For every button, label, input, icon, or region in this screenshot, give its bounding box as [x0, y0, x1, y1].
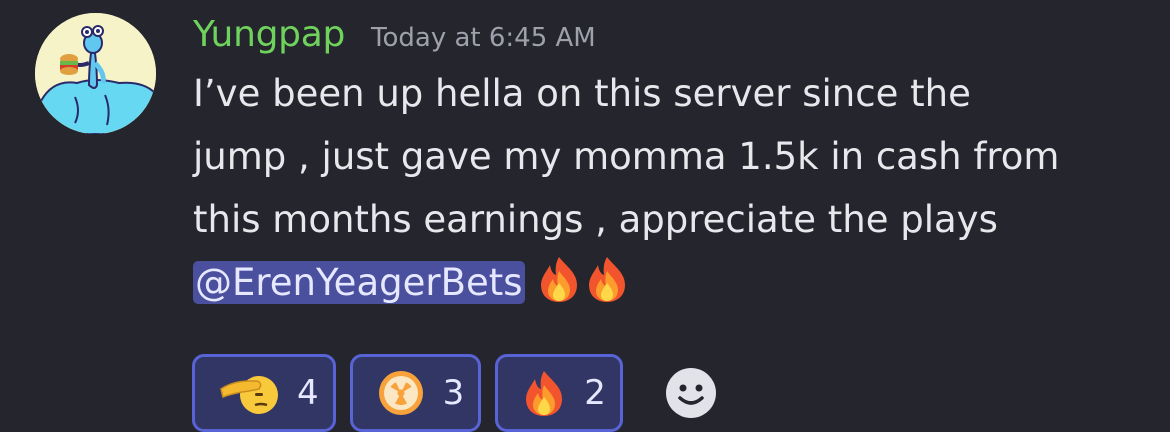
reaction-count: 4 — [297, 373, 319, 413]
reaction-count: 2 — [584, 373, 606, 413]
fire-emoji-icon — [522, 369, 566, 417]
smiley-add-reaction-icon — [665, 368, 716, 418]
reaction-bar: 4 3 2 — [192, 354, 721, 432]
fire-emoji-icon — [585, 255, 629, 322]
add-reaction-button[interactable] — [661, 363, 721, 423]
reaction-fire[interactable]: 2 — [495, 354, 623, 432]
message-line-mention: @ErenYeagerBets — [193, 251, 1153, 322]
avatar-drawing-icon — [35, 13, 156, 134]
message-line: jump , just gave my momma 1.5k in cash f… — [193, 135, 1060, 178]
reaction-count: 3 — [442, 373, 465, 413]
message-content: Yungpap Today at 6:45 AM I’ve been up he… — [193, 14, 1153, 322]
username[interactable]: Yungpap — [193, 14, 345, 55]
saluting-face-emoji-icon — [219, 369, 279, 417]
chat-message: Yungpap Today at 6:45 AM I’ve been up he… — [0, 0, 1170, 432]
fire-emoji-icon — [537, 255, 581, 322]
timestamp[interactable]: Today at 6:45 AM — [371, 23, 596, 53]
reaction-saluting-face[interactable]: 4 — [192, 354, 336, 432]
message-header: Yungpap Today at 6:45 AM — [193, 14, 1153, 66]
radioactive-emoji-icon — [377, 369, 425, 417]
message-body: I’ve been up hella on this server since … — [193, 62, 1153, 322]
message-line: this months earnings , appreciate the pl… — [193, 198, 998, 241]
avatar[interactable] — [35, 13, 156, 134]
user-mention[interactable]: @ErenYeagerBets — [193, 261, 525, 304]
message-line: I’ve been up hella on this server since … — [193, 72, 971, 115]
reaction-radioactive[interactable]: 3 — [349, 354, 482, 432]
